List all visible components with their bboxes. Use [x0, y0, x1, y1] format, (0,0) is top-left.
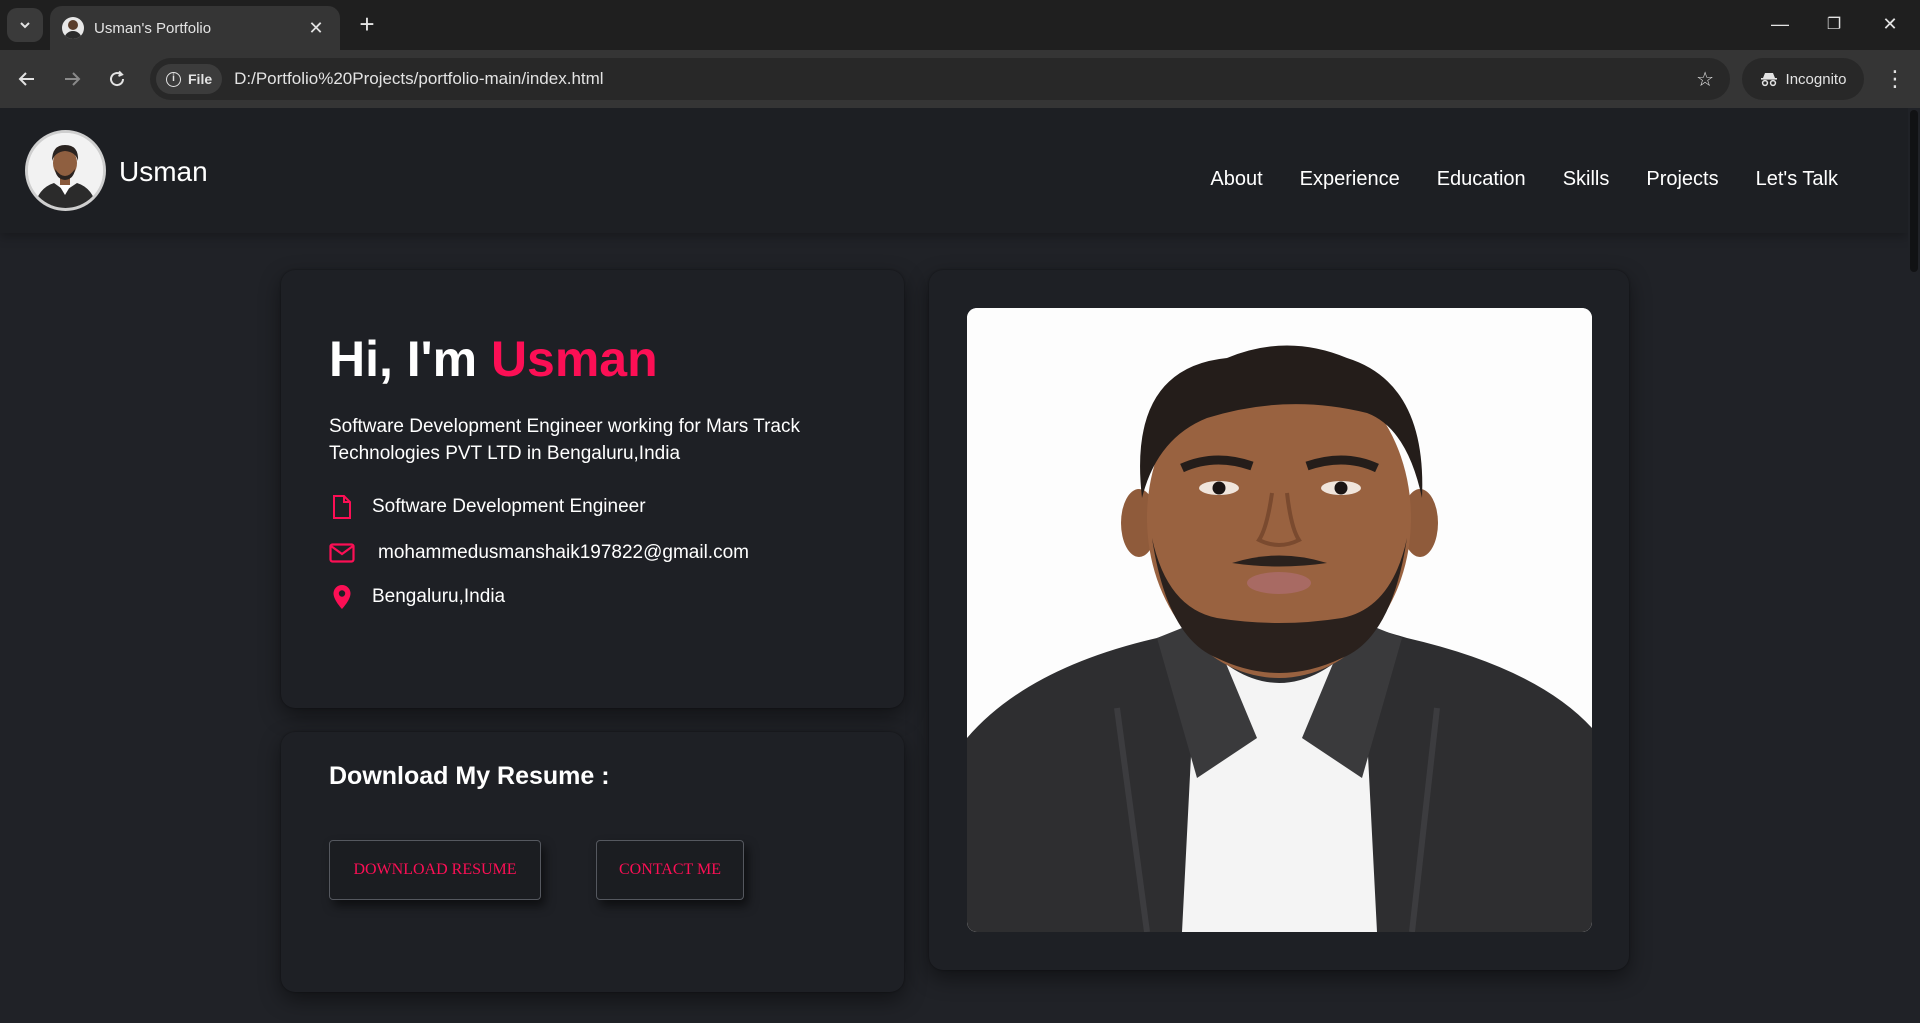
restore-window-button[interactable]: ❐ — [1806, 0, 1862, 48]
contact-me-button[interactable]: CONTACT ME — [596, 840, 744, 900]
reload-button[interactable] — [100, 62, 134, 96]
nav-link-skills[interactable]: Skills — [1563, 168, 1610, 191]
brand-name[interactable]: Usman — [119, 156, 208, 188]
info-icon: i — [166, 71, 181, 87]
new-tab-button[interactable]: + — [352, 10, 382, 40]
profile-portrait-illustration — [967, 308, 1592, 932]
role-text: Software Development Engineer — [372, 496, 646, 517]
bookmark-star-icon[interactable]: ☆ — [1696, 67, 1714, 92]
browser-menu-icon[interactable]: ⋮ — [1880, 62, 1910, 96]
email-text[interactable]: mohammedusmanshaik197822@gmail.com — [378, 542, 749, 564]
logo-avatar[interactable] — [25, 130, 106, 211]
download-resume-button[interactable]: DOWNLOAD RESUME — [329, 840, 541, 900]
hero-greeting: Hi, I'm — [329, 331, 478, 387]
nav-link-about[interactable]: About — [1210, 168, 1262, 191]
minimize-window-button[interactable]: — — [1752, 0, 1808, 48]
page-viewport: Usman About Experience Education Skills … — [0, 108, 1920, 1023]
location-pin-icon — [329, 584, 355, 610]
nav-link-experience[interactable]: Experience — [1300, 168, 1400, 191]
hero-name: Usman — [490, 331, 658, 387]
browser-tab-strip: Usman's Portfolio ✕ + — ❐ ✕ — [0, 0, 1920, 50]
browser-tab[interactable]: Usman's Portfolio ✕ — [50, 6, 340, 50]
photo-card — [929, 270, 1629, 970]
site-info-chip[interactable]: i File — [156, 64, 223, 94]
avatar-portrait-icon — [28, 133, 103, 208]
site-header: Usman About Experience Education Skills … — [0, 108, 1908, 233]
hero-title: Hi, I'm Usman — [329, 330, 658, 388]
info-row-location: Bengaluru,India — [329, 584, 505, 610]
resume-title: Download My Resume : — [329, 762, 610, 790]
nav-link-lets-talk[interactable]: Let's Talk — [1756, 168, 1838, 191]
envelope-icon — [329, 540, 355, 566]
reload-icon — [110, 70, 125, 87]
back-button[interactable] — [10, 62, 44, 96]
chevron-down-icon — [20, 22, 30, 29]
incognito-label: Incognito — [1785, 70, 1847, 88]
location-text: Bengaluru,India — [372, 586, 506, 607]
tab-close-icon[interactable]: ✕ — [304, 18, 328, 39]
main-nav: About Experience Education Skills Projec… — [1173, 168, 1838, 191]
page-scrollbar[interactable] — [1908, 108, 1920, 1023]
forward-arrow-icon — [65, 72, 81, 86]
tab-title: Usman's Portfolio — [94, 19, 212, 37]
hero-description: Software Development Engineer working fo… — [329, 416, 800, 464]
incognito-icon — [1760, 73, 1777, 87]
scrollbar-thumb[interactable] — [1910, 110, 1918, 272]
incognito-profile-button[interactable]: Incognito — [1742, 58, 1864, 100]
tab-search-button[interactable] — [7, 8, 43, 42]
url-text[interactable]: D:/Portfolio%20Projects/portfolio-main/i… — [234, 69, 1696, 89]
intro-card: Hi, I'm Usman Software Development Engin… — [281, 270, 904, 708]
site-info-label: File — [188, 71, 213, 87]
address-bar[interactable]: i File D:/Portfolio%20Projects/portfolio… — [150, 58, 1730, 100]
info-row-email: mohammedusmanshaik197822@gmail.com — [329, 540, 749, 566]
nav-link-projects[interactable]: Projects — [1646, 168, 1718, 191]
browser-toolbar: i File D:/Portfolio%20Projects/portfolio… — [0, 50, 1920, 108]
profile-photo — [967, 308, 1592, 932]
resume-card: Download My Resume : DOWNLOAD RESUME CON… — [281, 732, 904, 992]
tab-favicon-icon — [62, 17, 84, 39]
back-arrow-icon — [18, 72, 34, 86]
info-row-role: Software Development Engineer — [329, 494, 646, 520]
forward-button[interactable] — [55, 62, 89, 96]
close-window-button[interactable]: ✕ — [1862, 0, 1918, 48]
document-icon — [329, 494, 355, 520]
nav-link-education[interactable]: Education — [1437, 168, 1526, 191]
